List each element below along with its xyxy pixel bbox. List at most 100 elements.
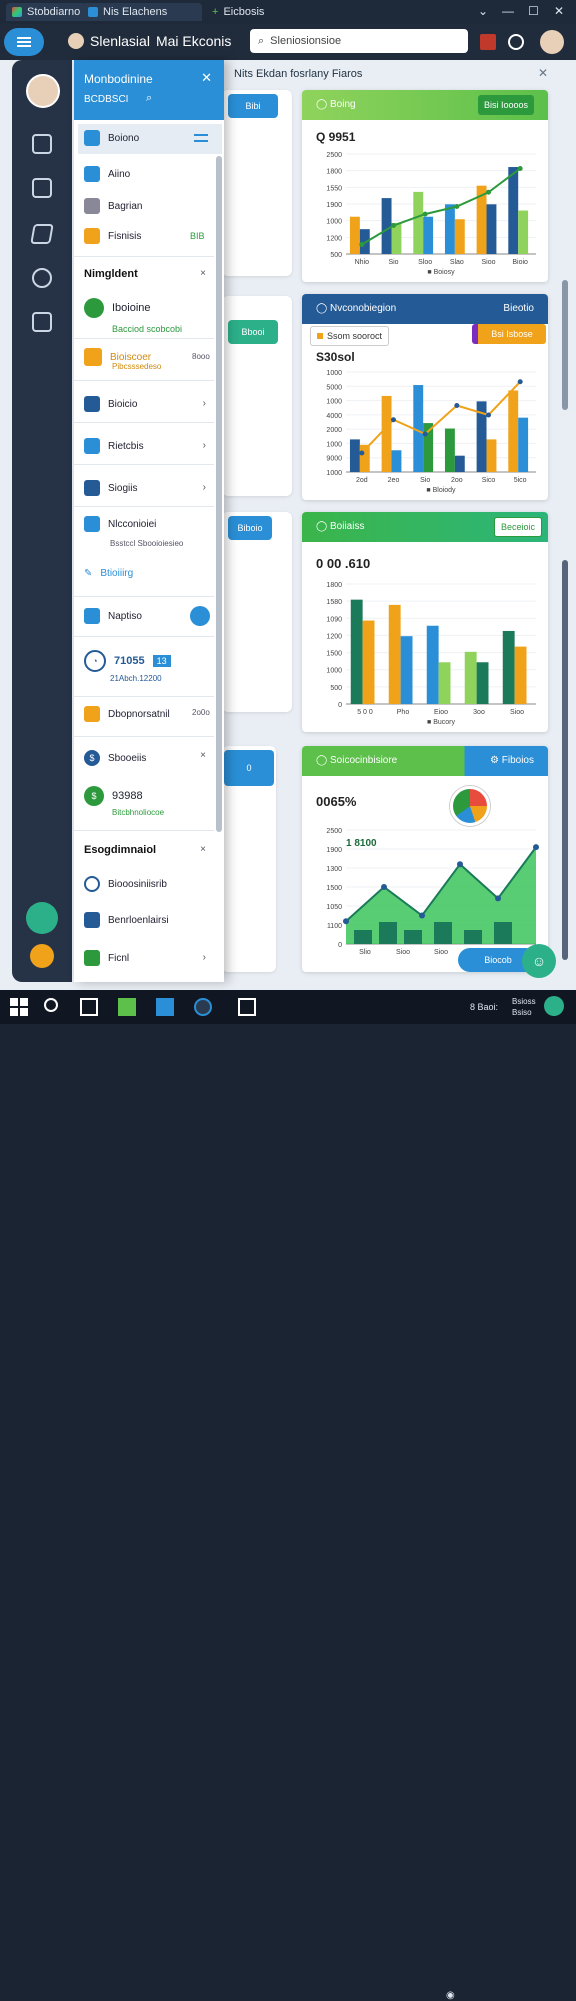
nav-item-1[interactable]: Bioicio: [84, 396, 137, 412]
help-icon[interactable]: [508, 34, 524, 50]
maximize-button[interactable]: ☐: [528, 4, 539, 18]
building-icon[interactable]: [32, 178, 52, 198]
sec-item[interactable]: $ Sbooeiis: [84, 750, 146, 766]
ghost-button-4[interactable]: 0: [224, 750, 274, 786]
search-placeholder: Sleniosionsioe: [270, 35, 342, 47]
bottom-item-2[interactable]: Benrloenlairsi: [84, 912, 169, 928]
nav-item-2[interactable]: Rietcbis: [84, 438, 144, 454]
bottom-item-1[interactable]: Biooosiniisrib: [84, 876, 167, 892]
ghost-button-2[interactable]: Bbooi: [228, 320, 278, 344]
info-icon[interactable]: [190, 606, 210, 626]
x-tick-label: 2od: [356, 477, 368, 484]
tab-1[interactable]: Stobdiarno: [6, 3, 87, 21]
tab-3[interactable]: + Eicbosis: [206, 3, 270, 21]
phone-icon: [84, 950, 100, 966]
legend-label: ■ Bucory: [427, 719, 455, 726]
legend-swatch: [317, 333, 323, 339]
warning-title: Bioiscoer: [110, 351, 152, 363]
chart-2: 1000 5000 1000 4000 2000 1000 9000 1000 2od 2eo Si…: [326, 370, 536, 494]
x-tick-label: Sioo: [396, 949, 410, 956]
bar: [508, 167, 519, 254]
page-scrollbar-thumb[interactable]: [562, 560, 568, 960]
clock-icon[interactable]: [32, 268, 52, 288]
nav-item-3[interactable]: Siogiis: [84, 480, 137, 496]
card-chip[interactable]: Bisi Ioooos: [478, 95, 535, 115]
user-avatar[interactable]: [540, 30, 564, 54]
x-tick-label: 3oo: [473, 709, 485, 716]
legend-chip[interactable]: Ssom sooroct: [310, 326, 390, 346]
y-tick-label: 1000: [326, 441, 342, 448]
windows-start-icon[interactable]: [10, 998, 28, 1016]
files-icon[interactable]: [156, 998, 174, 1016]
notification-center-icon[interactable]: [544, 996, 564, 1016]
tray-status[interactable]: 8 Baoi:: [470, 1002, 498, 1012]
status-item[interactable]: Iboioine: [84, 298, 151, 318]
globe-icon: [84, 876, 100, 892]
menu-button[interactable]: [4, 28, 44, 56]
divider: [74, 506, 214, 507]
divider: [74, 636, 214, 637]
minimize-button[interactable]: —: [502, 4, 514, 18]
card-chip[interactable]: Bsi Isbose: [472, 324, 546, 344]
bottom-item-3[interactable]: Ficnl: [84, 950, 129, 966]
area-bar: [354, 930, 372, 944]
notification-icon[interactable]: [480, 34, 496, 50]
close-icon[interactable]: ✕: [201, 70, 212, 86]
link-item[interactable]: ✎ Btioiiirg: [84, 568, 133, 579]
card-chip[interactable]: Beceioic: [494, 517, 543, 537]
id-item[interactable]: Nlcconioiei: [84, 516, 156, 532]
drawer-scrollbar[interactable]: [216, 156, 222, 832]
amount-item[interactable]: $93988: [84, 786, 143, 806]
app-icon[interactable]: [238, 998, 256, 1016]
page-title: Nits Ekdan fosrlany Fiaros: [234, 68, 362, 80]
nav-item-label: Bioicio: [108, 398, 138, 410]
page-scrollbar[interactable]: [562, 280, 568, 410]
close-button[interactable]: ✕: [554, 4, 564, 18]
y-tick-label: 1500: [326, 651, 342, 658]
browser-tab-bar: Stobdiarno Nis Elachens + Eicbosis ⌄ — ☐ …: [0, 0, 576, 24]
drawer-item-label: Boiono: [108, 132, 140, 144]
tab-2[interactable]: Nis Elachens: [82, 3, 202, 21]
ghost-button-3[interactable]: Biboio: [228, 516, 272, 540]
close-icon[interactable]: ×: [200, 750, 206, 761]
bottom-item-label: Ficnl: [108, 952, 130, 964]
area-point: [457, 861, 463, 868]
tray-icon[interactable]: ◉: [446, 1990, 455, 2001]
search-icon[interactable]: ⌕: [146, 92, 152, 105]
search-icon[interactable]: [44, 998, 58, 1012]
nops-item[interactable]: Naptiso: [84, 608, 142, 624]
tag-icon[interactable]: [30, 224, 54, 244]
task-view-icon[interactable]: [80, 998, 98, 1016]
nav-item-label: Rietcbis: [108, 440, 144, 452]
drawer-item-2[interactable]: Aiino: [84, 166, 130, 182]
legend-label: ■ Boiosy: [427, 269, 455, 276]
bar: [438, 662, 451, 704]
drawer-item-3[interactable]: Bagrian: [84, 198, 142, 214]
drawer-item-1[interactable]: Boiono: [84, 130, 139, 146]
section-close-icon[interactable]: ×: [200, 268, 206, 279]
profile-avatar[interactable]: [26, 74, 60, 108]
bank-icon: [84, 130, 100, 146]
store-icon[interactable]: [118, 998, 136, 1016]
document-icon[interactable]: [32, 312, 52, 332]
browser-icon[interactable]: [194, 998, 212, 1016]
bottom-item-label: Benrloenlairsi: [108, 914, 169, 926]
chevron-down-icon[interactable]: ⌄: [478, 4, 488, 18]
card-title: ◯ Nvconobiegion: [316, 303, 397, 314]
fab-button[interactable]: ☺: [522, 944, 556, 978]
emoji-icon[interactable]: [30, 944, 54, 968]
x-tick-label: Sioo: [434, 949, 448, 956]
doc-item[interactable]: Dbopnorsatnil: [84, 706, 170, 722]
search-input[interactable]: ⌕ Sleniosionsioe: [250, 29, 468, 53]
clock[interactable]: Bsioss Bsiso: [512, 996, 536, 1018]
card-header-label[interactable]: ⚙ Fiboios: [490, 755, 534, 766]
chat-icon[interactable]: [26, 902, 58, 934]
code-item[interactable]: ◔ 71055 13: [84, 650, 171, 672]
close-panel-icon[interactable]: ✕: [538, 66, 548, 80]
ghost-button-1[interactable]: Bibi: [228, 94, 278, 118]
section-close-icon[interactable]: ×: [200, 844, 206, 855]
drawer-item-4[interactable]: Fisnisis: [84, 228, 141, 244]
headset-icon[interactable]: [32, 134, 52, 154]
app-title: Slenlasial Mai Ekconis: [68, 33, 231, 49]
y-tick-label: 1000: [326, 370, 342, 377]
